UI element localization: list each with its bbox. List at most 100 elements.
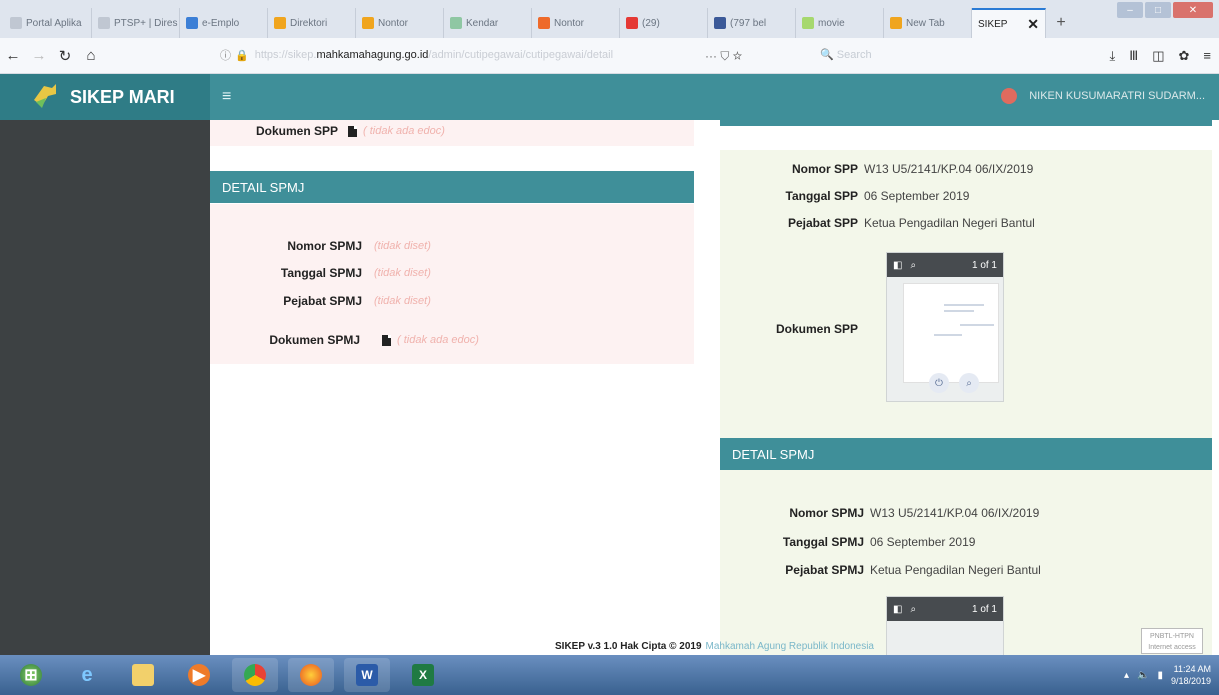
firefox-icon	[300, 664, 322, 686]
close-window-button[interactable]: ✕	[1173, 2, 1213, 18]
field-value: ( tidak ada edoc)	[363, 125, 445, 137]
taskbar-media[interactable]: ▶	[176, 658, 222, 692]
download-icon[interactable]: ⤓	[1109, 48, 1115, 64]
pdf-zoom-icon[interactable]: ⌕	[959, 373, 979, 393]
browser-tab[interactable]: (29)	[620, 8, 708, 38]
url-bar[interactable]: ⓘ 🔒 https://sikep. mahkamahagung.go.id /…	[220, 43, 710, 67]
url-path: /admin/cutipegawai/cutipegawai/detail	[428, 49, 614, 61]
tray-arrow-icon[interactable]: ▴	[1124, 670, 1129, 681]
tab-label: PTSP+ | Dires	[114, 17, 178, 29]
taskbar-ie[interactable]: e	[64, 658, 110, 692]
field-value: Ketua Pengadilan Negeri Bantul	[864, 216, 1035, 230]
taskbar-excel[interactable]: X	[400, 658, 446, 692]
taskbar-explorer[interactable]	[120, 658, 166, 692]
browser-tab[interactable]: Nontor	[356, 8, 444, 38]
browser-tab[interactable]: Direktori	[268, 8, 356, 38]
brand-name: SIKEP MARI	[70, 86, 175, 107]
right-spmj-field-row: Tanggal SPMJ 06 September 2019	[720, 535, 976, 549]
pdf-page-number[interactable]: 1	[972, 604, 978, 615]
pdf-page-total: of 1	[980, 259, 997, 271]
back-icon[interactable]: ←	[0, 47, 26, 64]
right-spp-doc-row: Dokumen SPP	[720, 322, 858, 336]
page-actions[interactable]: ··· ⛉ ☆	[705, 49, 742, 64]
tab-label: Portal Aplika	[26, 17, 82, 29]
tab-favicon-icon	[538, 17, 550, 29]
field-label: Pejabat SPP	[787, 216, 858, 230]
clock[interactable]: 11:24 AM 9/18/2019	[1171, 663, 1211, 687]
browser-tab[interactable]: Kendar	[444, 8, 532, 38]
minimize-button[interactable]: –	[1117, 2, 1143, 18]
pdf-sidebar-icon[interactable]: ◧	[893, 604, 902, 615]
tab-favicon-icon	[890, 17, 902, 29]
tab-favicon-icon	[274, 17, 286, 29]
info-icon[interactable]: ⓘ	[220, 47, 231, 63]
field-label: Dokumen SPMJ	[269, 333, 360, 347]
menu-icon[interactable]: ≡	[1203, 48, 1211, 64]
browser-tab[interactable]: (797 bel	[708, 8, 796, 38]
volume-icon[interactable]: 🔈	[1137, 670, 1149, 681]
footer-text: SIKEP v.3 1.0 Hak Cipta © 2019	[555, 640, 702, 652]
right-spp-field-row: Tanggal SPP 06 September 2019	[720, 189, 970, 203]
field-label: Nomor SPMJ	[287, 239, 362, 253]
search-input[interactable]: 🔍 Search	[820, 48, 872, 61]
browser-tab[interactable]: movie	[796, 8, 884, 38]
home-icon[interactable]: ⌂	[78, 47, 104, 64]
sidebar-icon[interactable]: ◫	[1152, 48, 1164, 64]
internet-explorer-icon: e	[81, 663, 93, 686]
right-spmj-field-row: Nomor SPMJ W13 U5/2141/KP.04 06/IX/2019	[720, 506, 1039, 520]
page-footer: SIKEP v.3 1.0 Hak Cipta © 2019 Mahkamah …	[210, 637, 1219, 655]
field-label: Pejabat SPMJ	[283, 294, 362, 308]
tab-label: Direktori	[290, 17, 328, 29]
pdf-text-line	[944, 304, 984, 306]
field-label: Dokumen SPP	[775, 322, 858, 336]
close-tab-icon[interactable]: ✕	[1027, 16, 1039, 33]
browser-tab[interactable]: Nontor	[532, 8, 620, 38]
hamburger-menu-icon[interactable]: ≡	[222, 88, 231, 106]
footer-org-link[interactable]: Mahkamah Agung Republik Indonesia	[706, 641, 874, 652]
pdf-search-icon[interactable]: ⌕	[910, 604, 916, 615]
window-controls: – □ ✕	[1117, 2, 1213, 18]
forward-icon[interactable]: →	[26, 47, 52, 64]
browser-tab[interactable]: e-Emplo	[180, 8, 268, 38]
pdf-sidebar-icon[interactable]: ◧	[893, 260, 902, 271]
tab-label: SIKEP	[978, 18, 1008, 30]
extension-icon[interactable]: ✿	[1179, 48, 1190, 64]
system-tray: ▴ 🔈 ▮ 11:24 AM 9/18/2019	[1124, 663, 1211, 687]
tab-favicon-icon	[98, 17, 110, 29]
pdf-search-icon[interactable]: ⌕	[910, 260, 916, 271]
field-value: 06 September 2019	[870, 535, 976, 549]
user-name: NIKEN KUSUMARATRI SUDARM...	[1029, 90, 1205, 102]
field-label: Tanggal SPP	[785, 189, 858, 203]
lock-icon: 🔒	[235, 49, 249, 62]
folder-icon	[132, 664, 154, 686]
pdf-page	[903, 283, 999, 383]
browser-tab[interactable]: Portal Aplika	[4, 8, 92, 38]
network-icon[interactable]: ▮	[1157, 670, 1163, 681]
new-tab-button[interactable]: +	[1046, 8, 1076, 38]
taskbar-word[interactable]: W	[344, 658, 390, 692]
maximize-button[interactable]: □	[1145, 2, 1171, 18]
tab-favicon-icon	[362, 17, 374, 29]
tab-label: New Tab	[906, 17, 945, 29]
browser-tab[interactable]: New Tab	[884, 8, 972, 38]
field-label: Tanggal SPMJ	[782, 535, 864, 549]
word-icon: W	[356, 664, 378, 686]
browser-tab-active[interactable]: SIKEP ✕	[972, 8, 1046, 38]
tab-label: (797 bel	[730, 17, 767, 29]
reload-icon[interactable]: ↻	[52, 47, 78, 65]
start-button[interactable]: ⊞	[8, 658, 54, 692]
pdf-viewer[interactable]: ◧ ⌕ 1 of 1 ⏻ ⌕	[886, 252, 1004, 402]
user-menu[interactable]: NIKEN KUSUMARATRI SUDARM...	[1001, 88, 1205, 104]
pdf-rotate-icon[interactable]: ⏻	[929, 373, 949, 393]
pdf-page-indicator: 1 of 1	[972, 260, 997, 271]
browser-tab[interactable]: PTSP+ | Dires	[92, 8, 180, 38]
brand[interactable]: SIKEP MARI	[0, 74, 210, 120]
left-field-row: Pejabat SPMJ (tidak diset)	[210, 294, 431, 308]
tab-label: Nontor	[378, 17, 409, 29]
right-spp-field-row: Nomor SPP W13 U5/2141/KP.04 06/IX/2019	[720, 162, 1033, 176]
taskbar-chrome[interactable]	[232, 658, 278, 692]
taskbar-firefox[interactable]	[288, 658, 334, 692]
pdf-page-number[interactable]: 1	[972, 260, 978, 271]
library-icon[interactable]: Ⅲ	[1129, 48, 1138, 64]
left-field-row: Tanggal SPMJ (tidak diset)	[210, 266, 431, 280]
